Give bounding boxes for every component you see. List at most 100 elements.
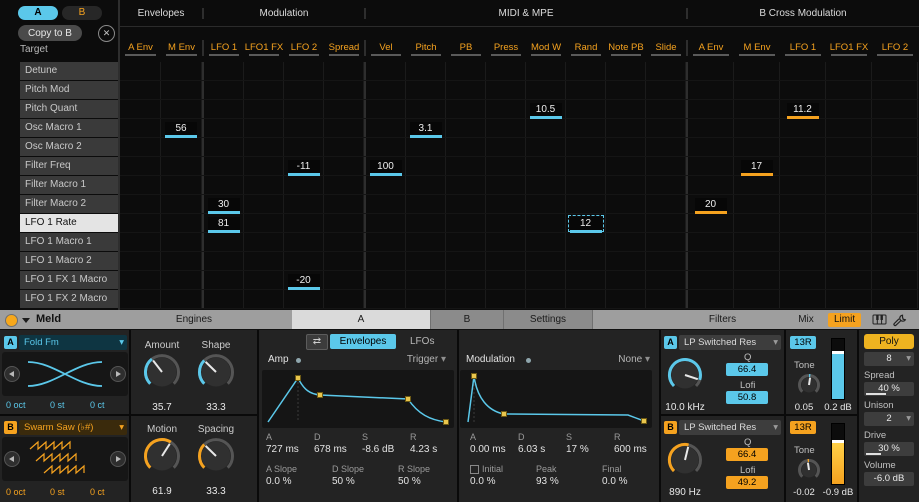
- matrix-cell[interactable]: [566, 233, 606, 251]
- matrix-cell[interactable]: [734, 214, 780, 232]
- matrix-cell[interactable]: [688, 214, 734, 232]
- matrix-cell[interactable]: [244, 138, 284, 156]
- matrix-cell[interactable]: [872, 233, 918, 251]
- matrix-cell[interactable]: [646, 119, 686, 137]
- matrix-cell[interactable]: [161, 176, 202, 194]
- matrix-toggle-icon[interactable]: ⇄: [306, 334, 328, 350]
- matrix-cell[interactable]: [606, 252, 646, 270]
- matrix-cell[interactable]: [566, 252, 606, 270]
- matrix-cell[interactable]: [780, 81, 826, 99]
- poly-mode-button[interactable]: Poly: [864, 334, 914, 349]
- matrix-cell[interactable]: [646, 271, 686, 289]
- matrix-cell[interactable]: [688, 290, 734, 308]
- matrix-cell[interactable]: [646, 62, 686, 80]
- tab-envelopes[interactable]: Envelopes: [330, 334, 396, 349]
- matrix-column-header[interactable]: LFO 2: [872, 40, 918, 56]
- matrix-cell[interactable]: [324, 252, 364, 270]
- matrix-cell[interactable]: [284, 81, 324, 99]
- mix-a-tone-knob[interactable]: [796, 372, 822, 403]
- matrix-cell[interactable]: [606, 100, 646, 118]
- matrix-cell[interactable]: [486, 195, 526, 213]
- matrix-cell[interactable]: [646, 81, 686, 99]
- matrix-cell[interactable]: [204, 119, 244, 137]
- matrix-cell[interactable]: [366, 62, 406, 80]
- tab-lfos[interactable]: LFOs: [410, 336, 434, 347]
- matrix-cell[interactable]: [566, 100, 606, 118]
- matrix-cell[interactable]: [688, 81, 734, 99]
- matrix-row-label[interactable]: Pitch Quant: [20, 100, 118, 118]
- matrix-cell[interactable]: [606, 119, 646, 137]
- matrix-cell[interactable]: [120, 176, 161, 194]
- matrix-cell[interactable]: [526, 290, 566, 308]
- matrix-cell[interactable]: [406, 233, 446, 251]
- matrix-cell[interactable]: [284, 100, 324, 118]
- matrix-cell[interactable]: [446, 252, 486, 270]
- engine-a-selector[interactable]: Fold Fm: [19, 335, 127, 350]
- engine-b-semitone[interactable]: 0 st: [50, 487, 65, 497]
- matrix-cell[interactable]: [486, 290, 526, 308]
- matrix-column-header[interactable]: Vel: [366, 40, 406, 56]
- matrix-cell[interactable]: [446, 119, 486, 137]
- env-param[interactable]: D Slope50 %: [332, 464, 398, 487]
- matrix-cell[interactable]: [734, 119, 780, 137]
- matrix-cell[interactable]: [244, 195, 284, 213]
- matrix-cell[interactable]: [826, 252, 872, 270]
- matrix-cell[interactable]: [826, 176, 872, 194]
- matrix-tab-b[interactable]: B: [62, 6, 102, 20]
- matrix-cell[interactable]: [161, 157, 202, 175]
- matrix-cell[interactable]: [526, 157, 566, 175]
- env-param[interactable]: R4.23 s: [410, 432, 458, 455]
- matrix-cell[interactable]: [284, 62, 324, 80]
- matrix-cell[interactable]: [606, 176, 646, 194]
- matrix-cell[interactable]: [872, 252, 918, 270]
- matrix-cell[interactable]: [204, 176, 244, 194]
- matrix-cell[interactable]: [826, 81, 872, 99]
- matrix-cell[interactable]: [688, 138, 734, 156]
- matrix-cell[interactable]: [872, 290, 918, 308]
- matrix-cell[interactable]: [606, 81, 646, 99]
- matrix-cell[interactable]: [646, 195, 686, 213]
- engine-a-semitone[interactable]: 0 st: [50, 400, 65, 410]
- matrix-cell[interactable]: [780, 176, 826, 194]
- mix-b-tone-knob[interactable]: [796, 457, 822, 488]
- matrix-cell[interactable]: [688, 271, 734, 289]
- tab-b[interactable]: B: [431, 310, 504, 329]
- matrix-cell[interactable]: [872, 81, 918, 99]
- matrix-cell[interactable]: [688, 62, 734, 80]
- amount-knob[interactable]: [142, 352, 182, 397]
- matrix-row-label[interactable]: Filter Macro 1: [20, 176, 118, 194]
- matrix-column-header[interactable]: LFO1 FX: [244, 40, 284, 56]
- env-param[interactable]: A727 ms: [266, 432, 314, 455]
- matrix-column-header[interactable]: Mod W: [526, 40, 566, 56]
- matrix-cell[interactable]: [826, 100, 872, 118]
- matrix-cell[interactable]: [486, 176, 526, 194]
- matrix-cell[interactable]: [486, 138, 526, 156]
- matrix-row-label[interactable]: Pitch Mod: [20, 81, 118, 99]
- matrix-cell[interactable]: [244, 81, 284, 99]
- matrix-cell[interactable]: [120, 252, 161, 270]
- matrix-row-label[interactable]: Filter Freq: [20, 157, 118, 175]
- matrix-cell[interactable]: [120, 62, 161, 80]
- matrix-cell[interactable]: [120, 81, 161, 99]
- env-param[interactable]: Peak93 %: [536, 464, 602, 487]
- env-handle[interactable]: [472, 374, 477, 379]
- matrix-cell[interactable]: [120, 138, 161, 156]
- matrix-cell[interactable]: [606, 138, 646, 156]
- mod-envelope-graph[interactable]: [460, 370, 652, 428]
- matrix-cell[interactable]: [734, 100, 780, 118]
- env-param[interactable]: A Slope0.0 %: [266, 464, 332, 487]
- matrix-cell[interactable]: [324, 195, 364, 213]
- matrix-cell[interactable]: [161, 62, 202, 80]
- matrix-cell[interactable]: [734, 138, 780, 156]
- matrix-cell[interactable]: [780, 138, 826, 156]
- env-param[interactable]: A0.00 ms: [470, 432, 518, 455]
- matrix-cell[interactable]: [284, 138, 324, 156]
- matrix-cell[interactable]: [161, 271, 202, 289]
- mix-b-level-fader[interactable]: [831, 423, 845, 485]
- matrix-cell[interactable]: [566, 195, 606, 213]
- matrix-cell[interactable]: [366, 195, 406, 213]
- matrix-cell[interactable]: 56: [161, 119, 202, 137]
- env-handle[interactable]: [642, 419, 647, 424]
- matrix-cell[interactable]: [204, 252, 244, 270]
- matrix-cell[interactable]: [120, 119, 161, 137]
